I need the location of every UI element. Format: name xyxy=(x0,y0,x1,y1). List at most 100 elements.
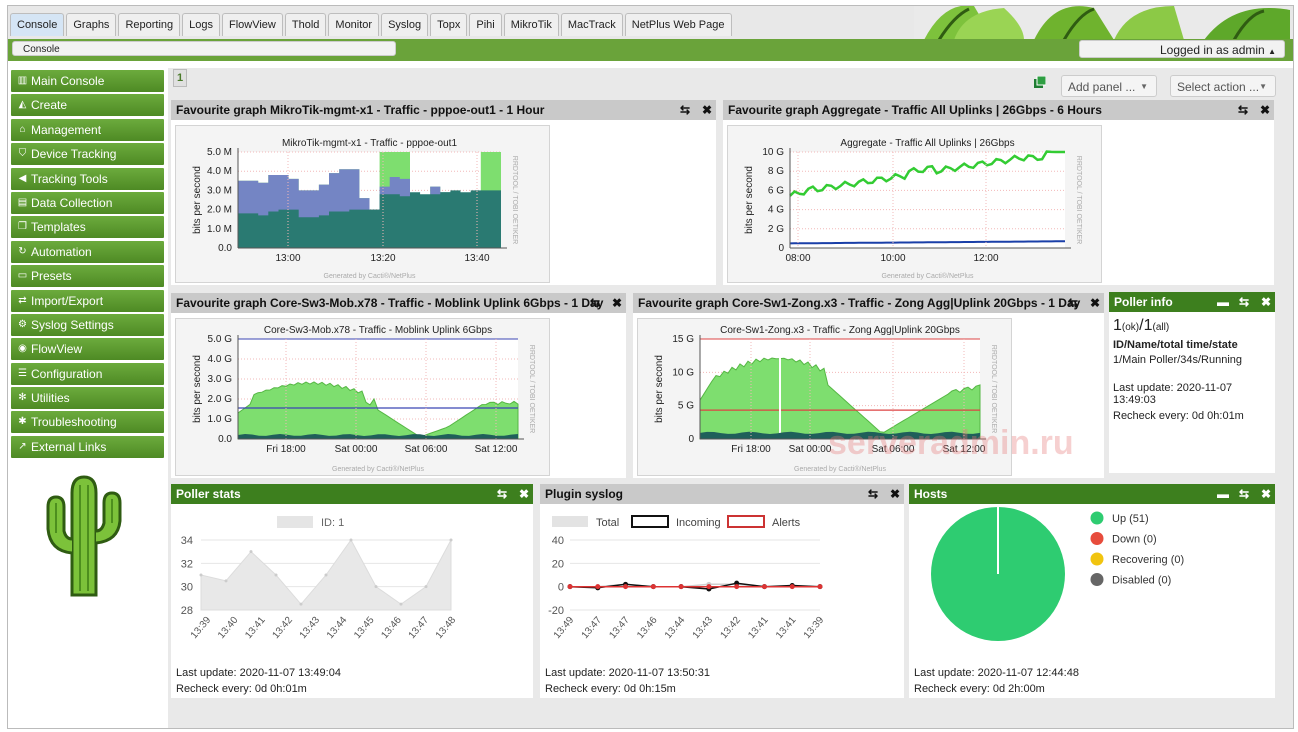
close-icon[interactable]: ✖ xyxy=(519,486,529,502)
legend-swatch xyxy=(727,515,765,528)
close-icon[interactable]: ✖ xyxy=(612,295,622,311)
legend-label: ID: 1 xyxy=(321,517,344,529)
page-tab-1[interactable]: 1 xyxy=(173,69,187,87)
data-point xyxy=(567,584,573,590)
legend-dot xyxy=(1090,532,1104,545)
data-point xyxy=(249,550,253,554)
y-axis-label: bits per second xyxy=(744,166,755,234)
legend-label: Up (51) xyxy=(1112,513,1149,525)
panel-hosts: Hosts ✖ ⇆ ▬ Up (51) Down (0) Recovering (0) Dis… xyxy=(909,484,1275,698)
tab-logs[interactable]: Logs xyxy=(182,13,220,36)
recheck-interval: Recheck every: 0d 2h:00m xyxy=(914,683,1045,695)
tab-topx[interactable]: Topx xyxy=(430,13,468,36)
tab-mactrack[interactable]: MacTrack xyxy=(560,13,623,36)
tab-graphs[interactable]: Graphs xyxy=(66,13,117,36)
sidebar-item-device-tracking[interactable]: ⛉ Device Tracking xyxy=(11,143,164,166)
tab-flowview[interactable]: FlowView xyxy=(222,13,283,36)
sidebar-item-templates[interactable]: ❐ Templates xyxy=(11,216,164,239)
sidebar-item-management[interactable]: ⌂ Management xyxy=(11,118,164,141)
close-icon[interactable]: ✖ xyxy=(1260,102,1270,118)
data-point xyxy=(650,584,656,590)
sidebar-item-label: Automation xyxy=(31,244,92,259)
sidebar-item-flowview[interactable]: ◉ FlowView xyxy=(11,338,164,361)
sidebar-item-utilities[interactable]: ✻ Utilities xyxy=(11,387,164,410)
refresh-icon[interactable]: ⇆ xyxy=(1238,102,1248,118)
tab-netplus-web-page[interactable]: NetPlus Web Page xyxy=(624,13,732,36)
tab-thold[interactable]: Thold xyxy=(284,13,327,36)
sidebar-item-automation[interactable]: ↻ Automation xyxy=(11,240,164,263)
y-tick-label: 10 G xyxy=(672,367,694,378)
rrd-graph-svg: Aggregate - Traffic All Uplinks | 26Gbps… xyxy=(744,138,1082,280)
refresh-icon[interactable]: ⇆ xyxy=(680,102,690,118)
tab-reporting[interactable]: Reporting xyxy=(118,13,181,36)
close-icon[interactable]: ✖ xyxy=(702,102,712,118)
last-update: Last update: 2020-11-07 13:49:04 xyxy=(176,667,341,679)
sidebar-item-main-console[interactable]: ▥ Main Console xyxy=(11,70,164,92)
sidebar-item-tracking-tools[interactable]: ◀ Tracking Tools xyxy=(11,167,164,190)
refresh-icon[interactable]: ⇆ xyxy=(1239,486,1249,502)
tab-monitor[interactable]: Monitor xyxy=(328,13,380,36)
sidebar-item-configuration[interactable]: ☰ Configuration xyxy=(11,362,164,385)
close-icon[interactable]: ✖ xyxy=(1261,486,1271,502)
refresh-icon[interactable]: ⇆ xyxy=(1068,295,1078,311)
y-tick-label: 10 G xyxy=(762,147,784,158)
sidebar-item-external-links[interactable]: ↗ External Links xyxy=(11,435,164,458)
panel-mikrotik-traffic-header: Favourite graph MikroTik-mgmt-x1 - Traff… xyxy=(171,100,716,120)
x-tick-label: 13:39 xyxy=(189,615,214,642)
legend-label: Total xyxy=(596,517,619,529)
tab-mikrotik[interactable]: MikroTik xyxy=(503,13,559,36)
syslog-chart: Total Incoming Alerts-200204013:49 13:47 13:… xyxy=(548,515,827,642)
sidebar-item-troubleshooting[interactable]: ✱ Troubleshooting xyxy=(11,411,164,434)
close-icon[interactable]: ✖ xyxy=(1261,294,1271,310)
sidebar-item-create[interactable]: ◭ Create xyxy=(11,94,164,117)
data-point xyxy=(324,573,328,577)
refresh-icon[interactable]: ⇆ xyxy=(497,486,507,502)
x-tick-label: 13:42 xyxy=(718,615,743,642)
y-tick-label: 0 xyxy=(778,243,784,254)
sidebar-item-data-collection[interactable]: ▤ Data Collection xyxy=(11,191,164,214)
close-icon[interactable]: ✖ xyxy=(890,486,900,502)
tab-syslog[interactable]: Syslog xyxy=(381,13,429,36)
external-link-icon: ↗ xyxy=(18,440,27,452)
data-point xyxy=(734,584,740,590)
chart-icon: ▥ xyxy=(17,75,28,86)
panel-mikrotik-traffic: Favourite graph MikroTik-mgmt-x1 - Traff… xyxy=(171,100,716,285)
sidebar-item-syslog-settings[interactable]: ⚙ Syslog Settings xyxy=(11,313,164,336)
panel-plugin-syslog-header: Plugin syslog ✖ ⇆ xyxy=(540,484,904,504)
select-action-dropdown[interactable]: Select action ... ▼ xyxy=(1170,75,1276,97)
y-tick-label: 0.0 xyxy=(218,434,232,445)
y-tick-label: 28 xyxy=(181,605,193,617)
close-icon[interactable]: ✖ xyxy=(1090,295,1100,311)
minimize-icon[interactable]: ▬ xyxy=(1217,486,1229,502)
breadcrumb[interactable]: Console xyxy=(12,41,396,56)
tab-console[interactable]: Console xyxy=(10,13,65,36)
sidebar-item-label: External Links xyxy=(31,439,107,454)
add-panel-dropdown[interactable]: Add panel ... ▼ xyxy=(1061,75,1157,97)
minimize-icon[interactable]: ▬ xyxy=(1217,294,1229,310)
layout-icon[interactable] xyxy=(1034,76,1046,88)
refresh-icon[interactable]: ⇆ xyxy=(590,295,600,311)
user-menu[interactable]: Logged in as admin ▲ xyxy=(1079,40,1285,58)
sidebar: ▥ Main Console ◭ Create ⌂ Management ⛉ Device T… xyxy=(8,70,164,460)
x-tick-label: 13:49 xyxy=(552,615,577,642)
refresh-icon[interactable]: ⇆ xyxy=(1239,294,1249,310)
refresh-icon[interactable]: ⇆ xyxy=(868,486,878,502)
data-point xyxy=(374,585,378,589)
tab-list: Console Graphs Reporting Logs FlowView Thold M… xyxy=(10,13,732,36)
data-point xyxy=(399,602,403,606)
sidebar-item-presets[interactable]: ▭ Presets xyxy=(11,265,164,288)
y-tick-label: 30 xyxy=(181,582,193,594)
data-point xyxy=(817,584,823,590)
x-tick-label: 10:00 xyxy=(880,253,905,264)
sidebar-item-label: Presets xyxy=(31,269,72,284)
tab-pihi[interactable]: Pihi xyxy=(469,13,502,36)
x-tick-label: 13:20 xyxy=(370,253,395,264)
legend-label: Recovering (0) xyxy=(1112,554,1184,566)
watermark: serveradmin.ru xyxy=(828,424,1074,462)
graph-footer: Generated by Cacti®/NetPlus xyxy=(324,272,416,280)
y-tick-label: 15 G xyxy=(672,334,694,345)
sidebar-item-import-export[interactable]: ⇄ Import/Export xyxy=(11,289,164,312)
bug-icon: ✱ xyxy=(18,416,27,428)
poller-count-counts-ok-sub: (ok) xyxy=(1121,322,1140,333)
graph-footer: Generated by Cacti®/NetPlus xyxy=(794,465,886,473)
